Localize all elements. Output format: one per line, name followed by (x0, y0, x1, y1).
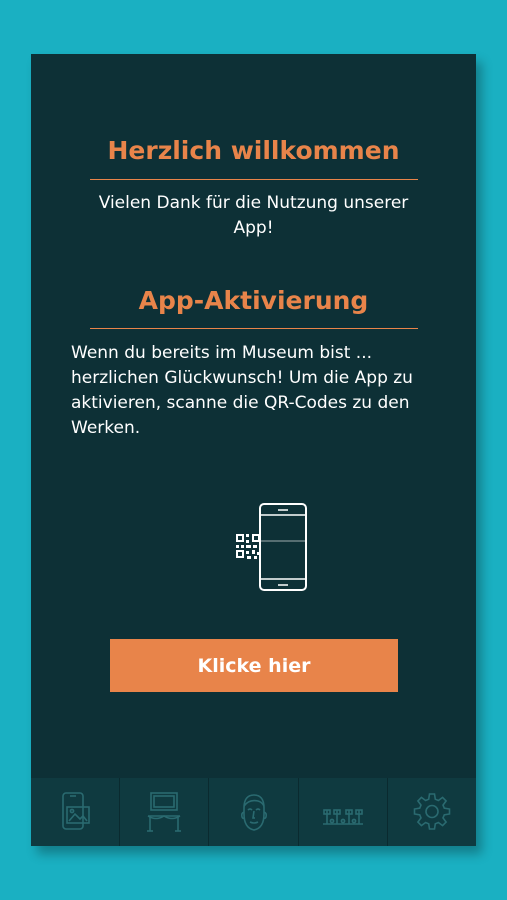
activation-text-line: herzlichen Glückwunsch! Um die App zu (71, 368, 413, 388)
activation-text-line: Wenn du bereits im Museum bist ... (71, 343, 373, 363)
activation-text-line: Werken. (71, 418, 141, 438)
signposts-icon (322, 809, 363, 825)
welcome-text-line: Vielen Dank für die Nutzung unserer (98, 193, 409, 213)
welcome-text-line: App! (233, 218, 274, 238)
phone-gallery-icon (62, 792, 90, 830)
activation-text: Wenn du bereits im Museum bist ... herzl… (71, 341, 443, 441)
tab-settings[interactable] (388, 778, 476, 846)
activation-text-line: aktivieren, scanne die QR-Codes zu den (71, 393, 410, 413)
tab-face[interactable] (209, 778, 299, 846)
welcome-divider (90, 179, 418, 180)
tab-phone-gallery[interactable] (31, 778, 121, 846)
gear-icon (413, 793, 451, 830)
activation-divider (90, 328, 418, 329)
museum-exhibit-icon (147, 792, 182, 832)
bottom-tab-bar (31, 778, 476, 846)
tab-signposts[interactable] (299, 778, 388, 846)
activation-title: App-Aktivierung (138, 286, 369, 315)
welcome-title: Herzlich willkommen (107, 136, 400, 165)
activate-button[interactable]: Klicke hier (110, 639, 398, 692)
phone-qr-scan-icon (233, 502, 311, 594)
welcome-text: Vielen Dank für die Nutzung unserer App! (71, 191, 436, 241)
face-icon (240, 794, 267, 831)
tab-museum-exhibit[interactable] (120, 778, 210, 846)
welcome-card: Herzlich willkommen Vielen Dank für die … (31, 54, 476, 846)
